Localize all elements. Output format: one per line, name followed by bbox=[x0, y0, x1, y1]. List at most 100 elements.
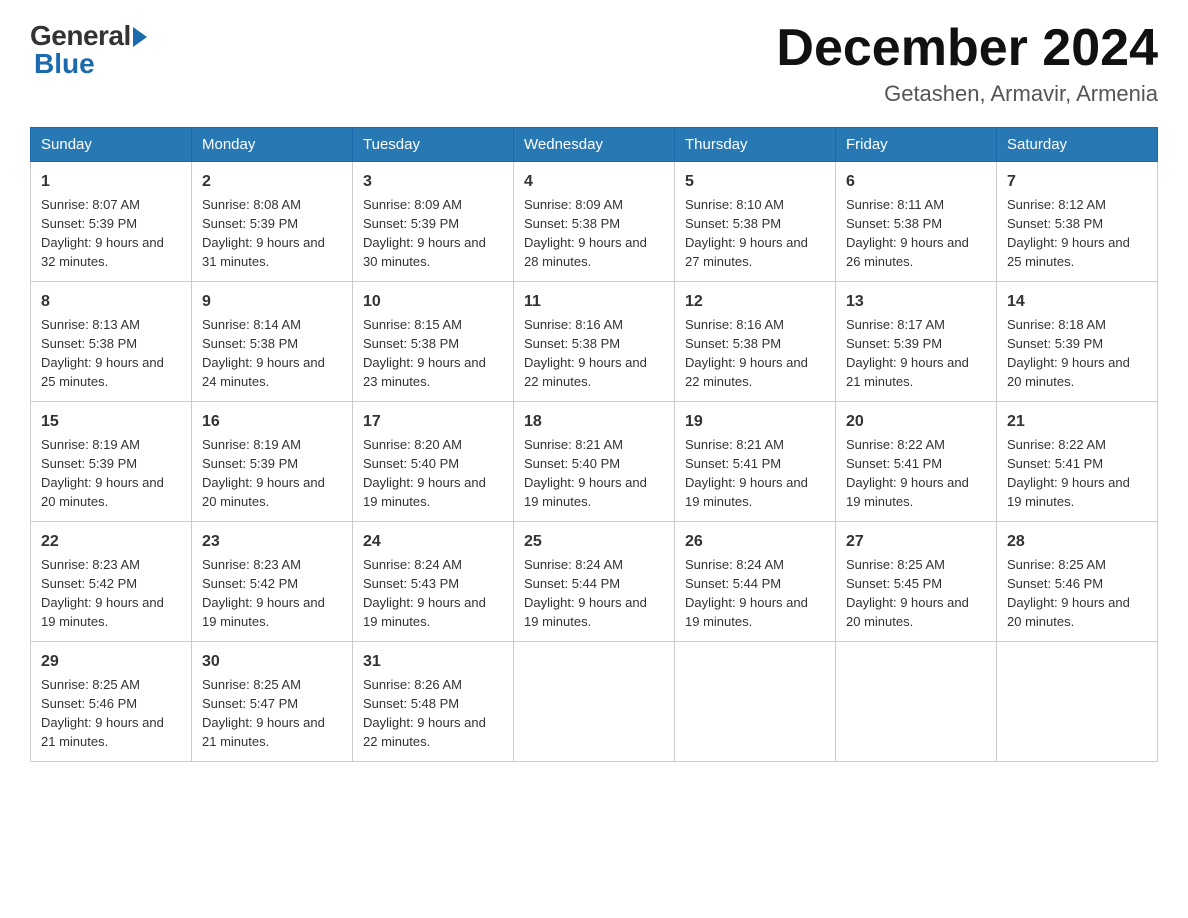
day-number: 21 bbox=[1007, 410, 1147, 433]
daylight-label: Daylight: 9 hours and 32 minutes. bbox=[41, 235, 164, 269]
calendar-cell: 19Sunrise: 8:21 AMSunset: 5:41 PMDayligh… bbox=[675, 402, 836, 522]
calendar-cell: 7Sunrise: 8:12 AMSunset: 5:38 PMDaylight… bbox=[997, 162, 1158, 282]
day-number: 27 bbox=[846, 530, 986, 553]
sunrise-label: Sunrise: 8:23 AM bbox=[41, 557, 140, 572]
day-number: 22 bbox=[41, 530, 181, 553]
daylight-label: Daylight: 9 hours and 22 minutes. bbox=[524, 355, 647, 389]
calendar-cell bbox=[514, 642, 675, 762]
header-day-friday: Friday bbox=[836, 128, 997, 162]
sunset-label: Sunset: 5:38 PM bbox=[1007, 216, 1103, 231]
calendar-week-1: 1Sunrise: 8:07 AMSunset: 5:39 PMDaylight… bbox=[31, 162, 1158, 282]
sunset-label: Sunset: 5:41 PM bbox=[1007, 456, 1103, 471]
sunset-label: Sunset: 5:41 PM bbox=[846, 456, 942, 471]
sunrise-label: Sunrise: 8:25 AM bbox=[41, 677, 140, 692]
daylight-label: Daylight: 9 hours and 21 minutes. bbox=[41, 715, 164, 749]
day-number: 17 bbox=[363, 410, 503, 433]
daylight-label: Daylight: 9 hours and 19 minutes. bbox=[41, 595, 164, 629]
sunrise-label: Sunrise: 8:24 AM bbox=[685, 557, 784, 572]
daylight-label: Daylight: 9 hours and 19 minutes. bbox=[1007, 475, 1130, 509]
calendar-cell: 5Sunrise: 8:10 AMSunset: 5:38 PMDaylight… bbox=[675, 162, 836, 282]
day-number: 23 bbox=[202, 530, 342, 553]
day-number: 25 bbox=[524, 530, 664, 553]
day-number: 14 bbox=[1007, 290, 1147, 313]
day-number: 7 bbox=[1007, 170, 1147, 193]
daylight-label: Daylight: 9 hours and 19 minutes. bbox=[685, 475, 808, 509]
day-number: 11 bbox=[524, 290, 664, 313]
sunset-label: Sunset: 5:38 PM bbox=[524, 216, 620, 231]
calendar-cell: 6Sunrise: 8:11 AMSunset: 5:38 PMDaylight… bbox=[836, 162, 997, 282]
sunrise-label: Sunrise: 8:18 AM bbox=[1007, 317, 1106, 332]
sunrise-label: Sunrise: 8:19 AM bbox=[202, 437, 301, 452]
sunrise-label: Sunrise: 8:14 AM bbox=[202, 317, 301, 332]
calendar-week-3: 15 Sunrise: 8:19 AM Sunset: 5:39 PM Dayligh… bbox=[31, 402, 1158, 522]
calendar-cell: 24Sunrise: 8:24 AMSunset: 5:43 PMDayligh… bbox=[353, 522, 514, 642]
calendar-cell: 25 Sunrise: 8:24 AM Sunset: 5:44 PM Dayligh… bbox=[514, 522, 675, 642]
daylight-label: Daylight: 9 hours and 22 minutes. bbox=[363, 715, 486, 749]
daylight-label: Daylight: 9 hours and 28 minutes. bbox=[524, 235, 647, 269]
location-subtitle: Getashen, Armavir, Armenia bbox=[776, 81, 1158, 107]
calendar-table: SundayMondayTuesdayWednesdayThursdayFrid… bbox=[30, 127, 1158, 762]
daylight-label: Daylight: 9 hours and 20 minutes. bbox=[846, 595, 969, 629]
sunrise-label: Sunrise: 8:19 AM bbox=[41, 437, 140, 452]
sunrise-label: Sunrise: 8:13 AM bbox=[41, 317, 140, 332]
daylight-label: Daylight: 9 hours and 25 minutes. bbox=[41, 355, 164, 389]
daylight-label: Daylight: 9 hours and 31 minutes. bbox=[202, 235, 325, 269]
month-title: December 2024 bbox=[776, 20, 1158, 77]
calendar-cell bbox=[997, 642, 1158, 762]
day-number: 15 bbox=[41, 410, 181, 433]
sunrise-label: Sunrise: 8:22 AM bbox=[1007, 437, 1106, 452]
daylight-label: Daylight: 9 hours and 19 minutes. bbox=[363, 475, 486, 509]
day-number: 24 bbox=[363, 530, 503, 553]
logo-arrow-icon bbox=[133, 27, 147, 47]
sunrise-label: Sunrise: 8:24 AM bbox=[524, 557, 623, 572]
sunrise-label: Sunrise: 8:15 AM bbox=[363, 317, 462, 332]
day-number: 20 bbox=[846, 410, 986, 433]
sunset-label: Sunset: 5:39 PM bbox=[41, 216, 137, 231]
calendar-body: 1Sunrise: 8:07 AMSunset: 5:39 PMDaylight… bbox=[31, 162, 1158, 762]
calendar-cell: 23Sunrise: 8:23 AMSunset: 5:42 PMDayligh… bbox=[192, 522, 353, 642]
sunset-label: Sunset: 5:39 PM bbox=[41, 456, 137, 471]
sunrise-label: Sunrise: 8:25 AM bbox=[202, 677, 301, 692]
sunset-label: Sunset: 5:48 PM bbox=[363, 696, 459, 711]
day-number: 4 bbox=[524, 170, 664, 193]
daylight-label: Daylight: 9 hours and 19 minutes. bbox=[363, 595, 486, 629]
sunrise-label: Sunrise: 8:25 AM bbox=[846, 557, 945, 572]
day-number: 16 bbox=[202, 410, 342, 433]
sunset-label: Sunset: 5:38 PM bbox=[202, 336, 298, 351]
sunset-label: Sunset: 5:41 PM bbox=[685, 456, 781, 471]
sunrise-label: Sunrise: 8:22 AM bbox=[846, 437, 945, 452]
sunrise-label: Sunrise: 8:25 AM bbox=[1007, 557, 1106, 572]
sunset-label: Sunset: 5:39 PM bbox=[846, 336, 942, 351]
daylight-label: Daylight: 9 hours and 19 minutes. bbox=[524, 595, 647, 629]
sunset-label: Sunset: 5:39 PM bbox=[202, 456, 298, 471]
daylight-label: Daylight: 9 hours and 19 minutes. bbox=[846, 475, 969, 509]
sunset-label: Sunset: 5:44 PM bbox=[524, 576, 620, 591]
day-number: 2 bbox=[202, 170, 342, 193]
calendar-cell: 13Sunrise: 8:17 AMSunset: 5:39 PMDayligh… bbox=[836, 282, 997, 402]
daylight-label: Daylight: 9 hours and 22 minutes. bbox=[685, 355, 808, 389]
logo: General Blue bbox=[30, 20, 147, 80]
day-number: 26 bbox=[685, 530, 825, 553]
sunrise-label: Sunrise: 8:09 AM bbox=[524, 197, 623, 212]
calendar-cell: 11Sunrise: 8:16 AMSunset: 5:38 PMDayligh… bbox=[514, 282, 675, 402]
calendar-cell: 10Sunrise: 8:15 AMSunset: 5:38 PMDayligh… bbox=[353, 282, 514, 402]
calendar-cell: 21 Sunrise: 8:22 AM Sunset: 5:41 PM Dayligh… bbox=[997, 402, 1158, 522]
day-number: 29 bbox=[41, 650, 181, 673]
sunrise-label: Sunrise: 8:26 AM bbox=[363, 677, 462, 692]
day-number: 8 bbox=[41, 290, 181, 313]
day-number: 31 bbox=[363, 650, 503, 673]
calendar-cell: 4 Sunrise: 8:09 AM Sunset: 5:38 PM Daylight… bbox=[514, 162, 675, 282]
calendar-cell: 30Sunrise: 8:25 AMSunset: 5:47 PMDayligh… bbox=[192, 642, 353, 762]
sunset-label: Sunset: 5:38 PM bbox=[846, 216, 942, 231]
calendar-cell: 22Sunrise: 8:23 AMSunset: 5:42 PMDayligh… bbox=[31, 522, 192, 642]
sunrise-label: Sunrise: 8:24 AM bbox=[363, 557, 462, 572]
day-number: 13 bbox=[846, 290, 986, 313]
calendar-cell: 14Sunrise: 8:18 AMSunset: 5:39 PMDayligh… bbox=[997, 282, 1158, 402]
sunrise-label: Sunrise: 8:20 AM bbox=[363, 437, 462, 452]
sunset-label: Sunset: 5:45 PM bbox=[846, 576, 942, 591]
day-number: 30 bbox=[202, 650, 342, 673]
day-number: 5 bbox=[685, 170, 825, 193]
sunrise-label: Sunrise: 8:09 AM bbox=[363, 197, 462, 212]
header-day-tuesday: Tuesday bbox=[353, 128, 514, 162]
sunset-label: Sunset: 5:38 PM bbox=[685, 336, 781, 351]
